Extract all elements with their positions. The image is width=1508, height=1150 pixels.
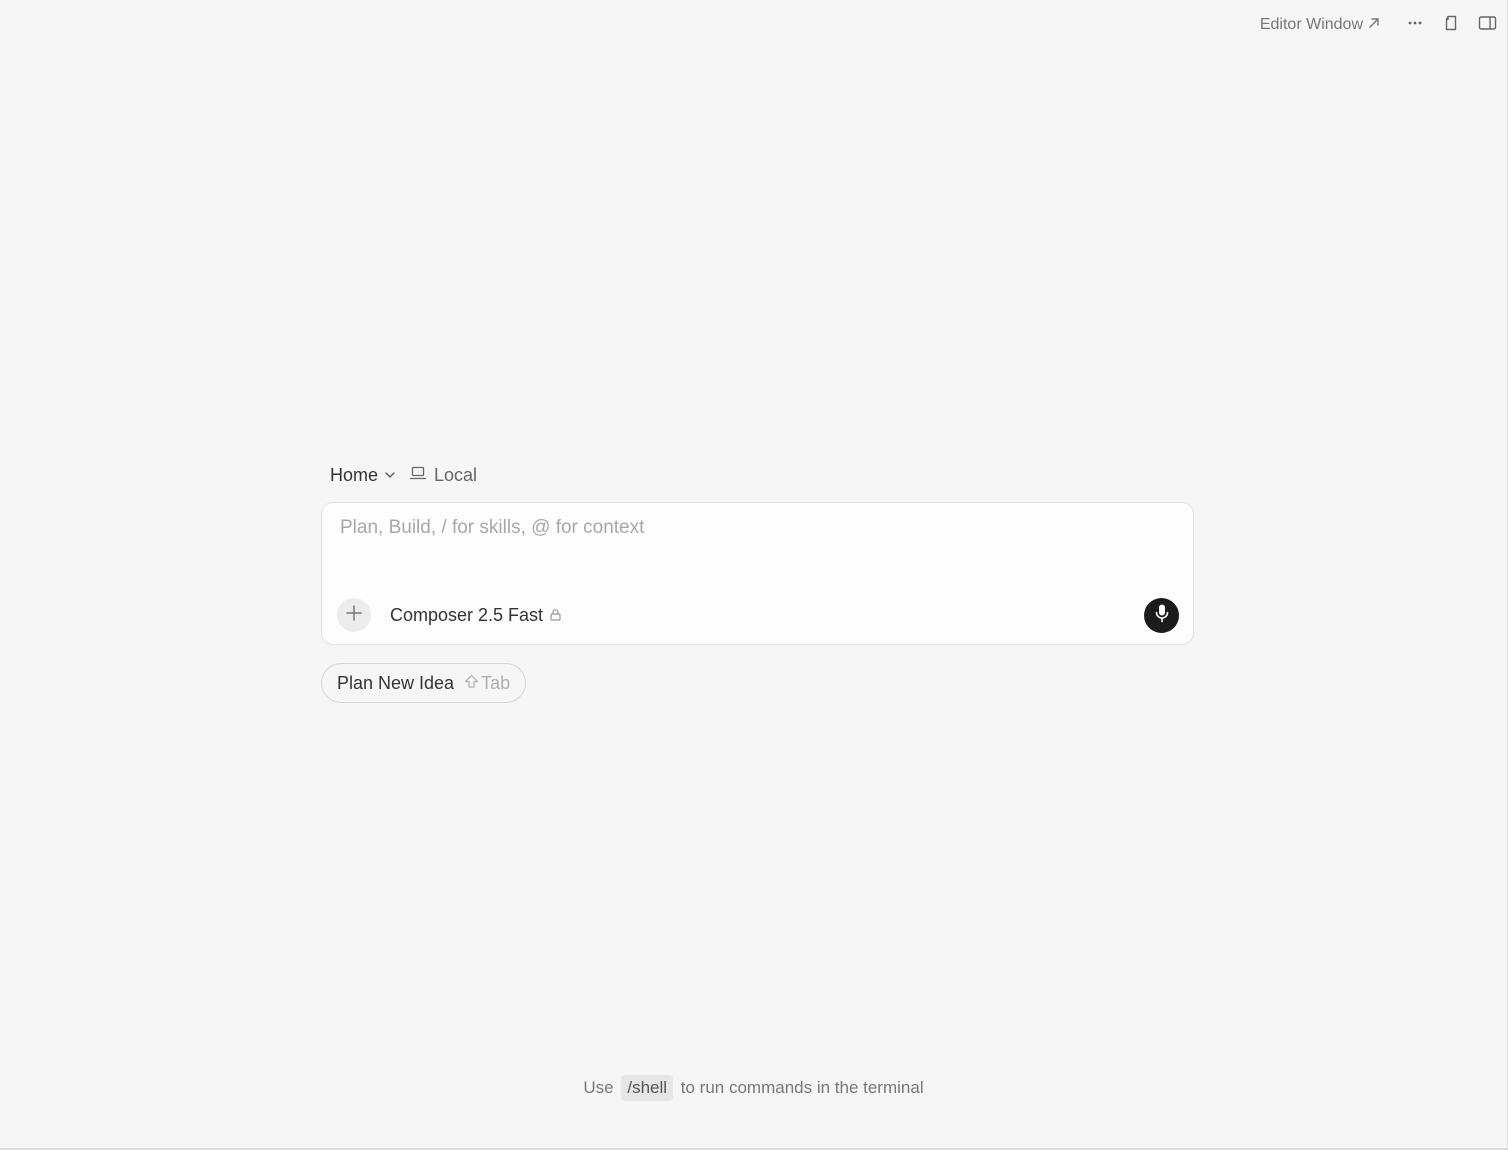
add-context-button[interactable]	[337, 598, 371, 632]
context-row: Home Local	[321, 460, 1194, 490]
shift-icon	[464, 673, 479, 694]
top-bar: Editor Window	[1260, 12, 1499, 38]
location-select[interactable]: Local	[409, 464, 477, 487]
location-label: Local	[434, 464, 478, 485]
composer: Home Local Compo	[321, 460, 1194, 703]
chevron-down-icon	[384, 465, 396, 486]
shell-command-chip: /shell	[621, 1075, 674, 1101]
more-icon	[1407, 15, 1423, 36]
voice-input-button[interactable]	[1144, 597, 1179, 633]
prompt-toolbar: Composer 2.5 Fast	[337, 597, 1179, 633]
shortcut-label: Tab	[481, 672, 511, 693]
page-icon	[1442, 14, 1460, 37]
editor-window-label: Editor Window	[1259, 16, 1363, 33]
agent-window: Editor Window Home Local Plan, Build, / …	[0, 0, 1508, 1150]
arrow-up-right-icon	[1367, 16, 1381, 35]
laptop-icon	[409, 464, 427, 487]
model-select[interactable]: Composer 2.5 Fast	[390, 605, 562, 626]
editor-window-link[interactable]: Editor Window	[1260, 16, 1381, 35]
keyboard-shortcut: Tab	[464, 673, 510, 694]
toggle-sidebar-button[interactable]	[1475, 13, 1499, 37]
more-options-button[interactable]	[1403, 13, 1427, 37]
page-button[interactable]	[1439, 13, 1463, 37]
hint-suffix: to run commands in the terminal	[680, 1078, 924, 1097]
model-label: Composer 2.5 Fast	[390, 604, 544, 625]
shell-hint: Use /shell to run commands in the termin…	[0, 1075, 1507, 1101]
plus-icon	[345, 604, 363, 627]
hint-prefix: Use	[583, 1078, 614, 1097]
workspace-label: Home	[330, 464, 379, 485]
sidebar-toggle-icon	[1478, 14, 1497, 37]
workspace-select[interactable]: Home	[330, 465, 396, 486]
microphone-icon	[1153, 603, 1171, 628]
suggestion-label: Plan New Idea	[337, 672, 455, 693]
lock-icon	[549, 605, 562, 626]
plan-new-idea-button[interactable]: Plan New Idea Tab	[321, 663, 527, 703]
prompt-card: Composer 2.5 Fast	[321, 502, 1194, 645]
prompt-input[interactable]	[340, 517, 1170, 539]
